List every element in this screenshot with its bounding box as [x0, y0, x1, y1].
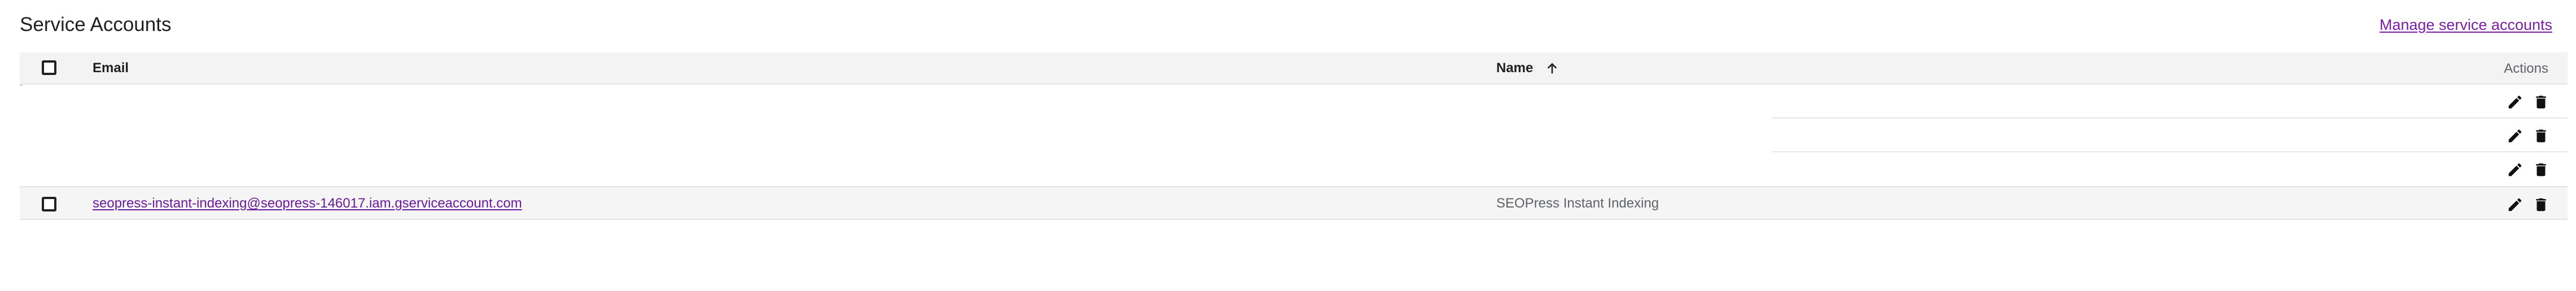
delete-button[interactable] [2533, 196, 2549, 213]
table-row [20, 118, 2568, 152]
arrow-up-icon [1548, 63, 1557, 74]
edit-button[interactable] [2507, 161, 2524, 178]
select-all-checkbox[interactable] [42, 60, 56, 75]
row-actions [2507, 161, 2549, 177]
email-column-header[interactable]: Email [93, 60, 129, 77]
edit-icon [2508, 95, 2522, 109]
edit-icon [2508, 163, 2522, 177]
delete-icon [2536, 163, 2546, 177]
delete-icon [2536, 95, 2546, 109]
name-column-header[interactable]: Name [1496, 58, 1560, 78]
edit-button[interactable] [2507, 196, 2524, 213]
delete-icon [2536, 198, 2546, 211]
row-actions [2507, 196, 2549, 212]
delete-button[interactable] [2533, 161, 2549, 178]
edit-icon [2508, 129, 2522, 143]
delete-icon [2536, 129, 2546, 143]
delete-button[interactable] [2533, 127, 2549, 144]
service-account-email-link[interactable]: seopress-instant-indexing@seopress-14601… [93, 194, 522, 213]
manage-service-accounts-link[interactable]: Manage service accounts [2380, 15, 2552, 34]
actions-column-header: Actions [2504, 61, 2548, 76]
edit-icon [2508, 198, 2522, 211]
row-select-checkbox[interactable] [42, 197, 56, 211]
row-actions [2507, 94, 2549, 109]
table-row [20, 85, 2568, 118]
service-account-name: SEOPress Instant Indexing [1496, 196, 1659, 211]
edit-button[interactable] [2507, 94, 2524, 111]
table-header: Email Name Actions [20, 52, 2568, 85]
page-title: Service Accounts [20, 14, 172, 36]
name-column-label: Name [1496, 60, 1534, 76]
delete-button[interactable] [2533, 94, 2549, 111]
row-actions [2507, 127, 2549, 143]
service-accounts-table: Email Name Actions seopress-instant-inde… [20, 52, 2568, 220]
service-accounts-page: Service Accounts Manage service accounts… [0, 0, 2576, 291]
table-row [20, 152, 2568, 186]
page-header: Service Accounts Manage service accounts [20, 12, 2552, 37]
table-row[interactable]: seopress-instant-indexing@seopress-14601… [20, 186, 2568, 220]
edit-button[interactable] [2507, 127, 2524, 144]
